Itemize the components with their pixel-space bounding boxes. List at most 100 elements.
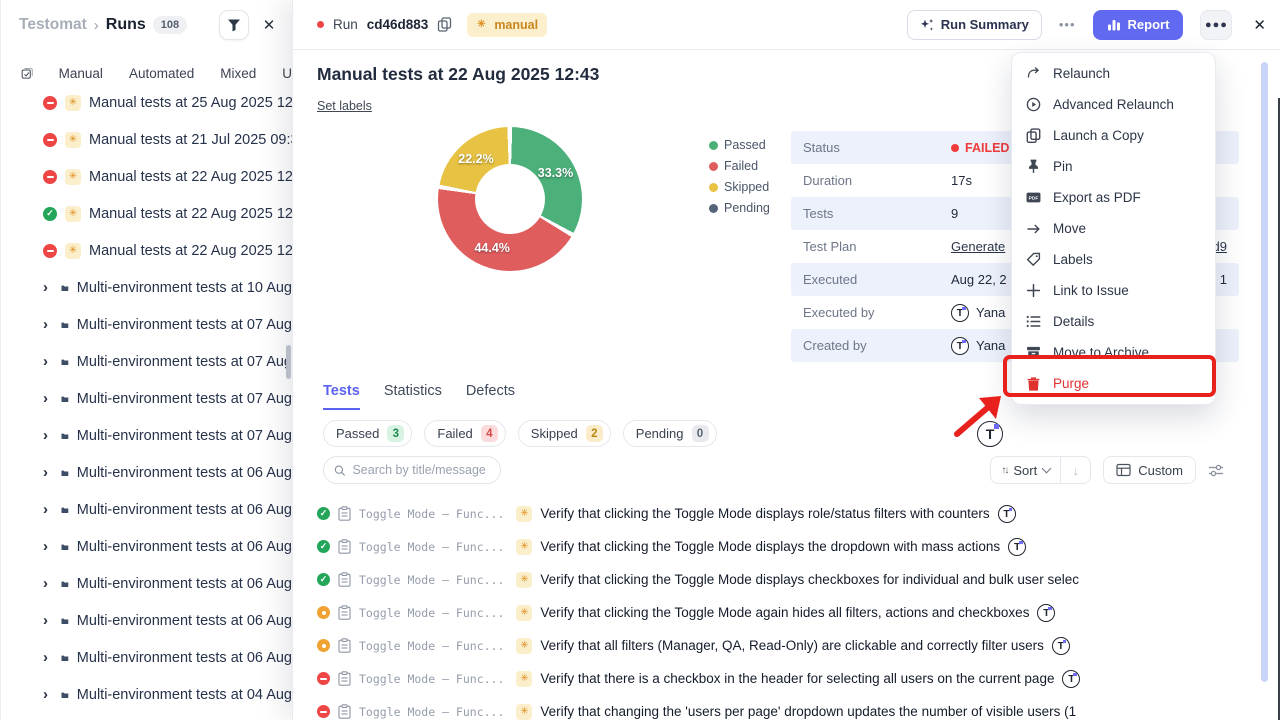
suite-label[interactable]: Toggle Mode — Func... (359, 672, 504, 686)
run-list-item[interactable]: › ✳ Manual tests at 22 Aug 2025 12:43 (1, 195, 292, 232)
test-title[interactable]: Verify that changing the 'users per page… (540, 704, 1076, 719)
tab-mixed[interactable]: Mixed (220, 66, 256, 81)
test-row[interactable]: Toggle Mode — Func... ✳ Verify that chan… (317, 695, 1280, 720)
run-list-item[interactable]: › ✳ Manual tests at 21 Jul 2025 09:39 (1, 121, 292, 158)
test-title[interactable]: Verify that clicking the Toggle Mode dis… (540, 539, 1000, 554)
status-badge: FAILED (951, 141, 1009, 155)
run-list-item[interactable]: › ✳ Multi-environment tests at 06 Aug (1, 528, 292, 565)
chevron-right-icon[interactable]: › (43, 686, 53, 703)
chevron-right-icon[interactable]: › (43, 538, 53, 555)
run-list-item[interactable]: › ✳ Multi-environment tests at 06 Aug (1, 565, 292, 602)
select-all-icon[interactable] (21, 66, 33, 81)
filter-button[interactable] (219, 10, 249, 40)
test-title[interactable]: Verify that all filters (Manager, QA, Re… (540, 638, 1043, 653)
suite-label[interactable]: Toggle Mode — Func... (359, 540, 504, 554)
view-settings-icon[interactable] (1208, 463, 1224, 478)
status-filter-chip[interactable]: Passed 3 (323, 420, 412, 447)
run-list-item[interactable]: › ✳ Multi-environment tests at 07 Aug (1, 417, 292, 454)
run-list-item[interactable]: › ✳ Multi-environment tests at 06 Aug (1, 602, 292, 639)
copy-icon[interactable] (437, 17, 452, 32)
run-list-item[interactable]: › ✳ Multi-environment tests at 04 Aug (1, 676, 292, 713)
suite-label[interactable]: Toggle Mode — Func... (359, 507, 504, 521)
sort-direction-button[interactable]: ↓ (1060, 457, 1090, 483)
chevron-right-icon[interactable]: › (43, 575, 53, 592)
suite-label[interactable]: Toggle Mode — Func... (359, 573, 504, 587)
menu-item-launch-copy[interactable]: Launch a Copy (1012, 120, 1215, 151)
chevron-right-icon[interactable]: › (43, 649, 53, 666)
status-filter-chip[interactable]: Failed 4 (424, 420, 505, 447)
tab-defects[interactable]: Defects (466, 383, 515, 410)
run-list-item[interactable]: › ✳ Multi-environment tests at 07 Aug (1, 306, 292, 343)
sidebar-scrollbar[interactable] (286, 345, 291, 379)
custom-columns-button[interactable]: Custom (1103, 456, 1196, 484)
menu-item-details[interactable]: Details (1012, 306, 1215, 337)
test-row[interactable]: Toggle Mode — Func... ✳ Verify that all … (317, 629, 1280, 662)
legend-item[interactable]: Pending (709, 201, 770, 215)
menu-item-export-pdf[interactable]: PDF Export as PDF (1012, 182, 1215, 213)
report-button[interactable]: Report (1093, 10, 1184, 40)
tab-automated[interactable]: Automated (129, 66, 194, 81)
legend-item[interactable]: Passed (709, 138, 770, 152)
chevron-right-icon[interactable]: › (43, 279, 53, 296)
close-panel-icon[interactable]: ✕ (1253, 16, 1266, 34)
legend-item[interactable]: Skipped (709, 180, 770, 194)
run-list-item[interactable]: › ✳ Multi-environment tests at 07 Aug (1, 380, 292, 417)
more-actions-button[interactable]: ●●● (1200, 10, 1232, 40)
run-summary-button[interactable]: Run Summary (907, 10, 1042, 40)
menu-item-relaunch[interactable]: Relaunch (1012, 58, 1215, 89)
tab-manual[interactable]: Manual (59, 66, 103, 81)
test-title[interactable]: Verify that clicking the Toggle Mode dis… (540, 572, 1079, 587)
chevron-right-icon[interactable]: › (43, 390, 53, 407)
set-labels-link[interactable]: Set labels (317, 99, 372, 113)
tab-statistics[interactable]: Statistics (384, 383, 442, 410)
chevron-right-icon[interactable]: › (43, 612, 53, 629)
run-list-item[interactable]: › ✳ Multi-environment tests at 06 Aug (1, 639, 292, 676)
run-list-item[interactable]: › ✳ Multi-environment tests at 06 Aug (1, 491, 292, 528)
run-list-item[interactable]: › ✳ Manual tests at 25 Aug 2025 12:12 (1, 84, 292, 121)
menu-item-labels[interactable]: Labels (1012, 244, 1215, 275)
chevron-right-icon[interactable]: › (43, 501, 53, 518)
clear-filter-icon[interactable]: ✕ (256, 12, 282, 38)
test-title[interactable]: Verify that clicking the Toggle Mode dis… (540, 506, 989, 521)
manual-run-icon: ✳ (65, 206, 81, 222)
tab-clipped[interactable]: U (282, 66, 292, 81)
menu-item-pin[interactable]: Pin (1012, 151, 1215, 182)
breadcrumb-runs[interactable]: Runs (106, 16, 146, 34)
menu-item-purge[interactable]: Purge (1012, 368, 1215, 399)
menu-item-move[interactable]: Move (1012, 213, 1215, 244)
test-row[interactable]: Toggle Mode — Func... ✳ Verify that clic… (317, 563, 1280, 596)
run-list-item[interactable]: › ✳ Manual tests at 22 Aug 2025 12:41 (1, 232, 292, 269)
test-plan-link[interactable]: Generate (951, 239, 1005, 254)
chevron-right-icon[interactable]: › (43, 316, 53, 333)
tab-tests[interactable]: Tests (323, 383, 360, 410)
chevron-right-icon[interactable]: › (43, 353, 53, 370)
status-filter-chip[interactable]: Pending 0 (623, 420, 717, 447)
test-title[interactable]: Verify that there is a checkbox in the h… (540, 671, 1054, 686)
suite-label[interactable]: Toggle Mode — Func... (359, 639, 504, 653)
test-title[interactable]: Verify that clicking the Toggle Mode aga… (540, 605, 1029, 620)
panel-scrollbar[interactable] (1261, 62, 1268, 682)
bar-chart-icon (1107, 18, 1121, 32)
run-label: Multi-environment tests at 10 Aug (77, 280, 292, 296)
menu-item-link-issue[interactable]: Link to Issue (1012, 275, 1215, 306)
run-list-item[interactable]: › ✳ Multi-environment tests at 07 Aug (1, 343, 292, 380)
run-list-item[interactable]: › ✳ Manual tests at 22 Aug 2025 12:44 (1, 158, 292, 195)
test-row[interactable]: Toggle Mode — Func... ✳ Verify that clic… (317, 596, 1280, 629)
test-row[interactable]: Toggle Mode — Func... ✳ Verify that clic… (317, 530, 1280, 563)
testomat-logo-icon[interactable] (977, 421, 1003, 447)
menu-item-move-archive[interactable]: Move to Archive (1012, 337, 1215, 368)
test-row[interactable]: Toggle Mode — Func... ✳ Verify that ther… (317, 662, 1280, 695)
chevron-right-icon[interactable]: › (43, 427, 53, 444)
menu-item-advanced-relaunch[interactable]: Advanced Relaunch (1012, 89, 1215, 120)
search-input[interactable] (352, 463, 490, 477)
status-filter-chip[interactable]: Skipped 2 (518, 420, 611, 447)
suite-label[interactable]: Toggle Mode — Func... (359, 606, 504, 620)
run-list-item[interactable]: › ✳ Multi-environment tests at 06 Aug (1, 454, 292, 491)
sort-button[interactable]: ↑↓ Sort (991, 457, 1060, 483)
legend-item[interactable]: Failed (709, 159, 770, 173)
run-list-item[interactable]: › ✳ Multi-environment tests at 10 Aug (1, 269, 292, 306)
suite-label[interactable]: Toggle Mode — Func... (359, 705, 504, 719)
run-summary-more-button[interactable]: ••• (1051, 10, 1084, 40)
chevron-right-icon[interactable]: › (43, 464, 53, 481)
test-row[interactable]: Toggle Mode — Func... ✳ Verify that clic… (317, 497, 1280, 530)
